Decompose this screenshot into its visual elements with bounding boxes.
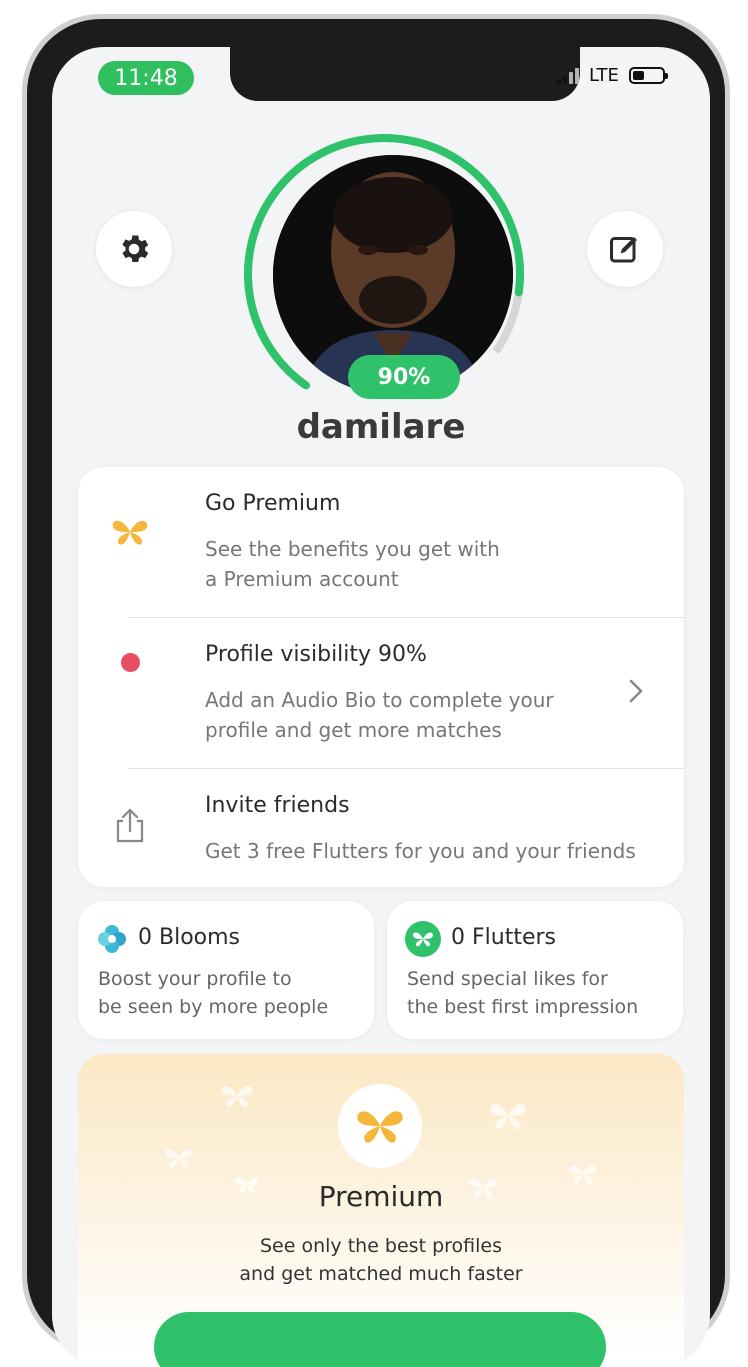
chevron-right-icon [629,679,643,703]
status-icons: LTE [557,65,668,86]
premium-desc-2: and get matched much faster [239,1263,523,1285]
blooms-desc-2: be seen by more people [98,996,329,1018]
invite-friends-row[interactable]: Invite friends Get 3 free Flutters for y… [78,769,684,887]
bloom-icon [98,925,126,953]
profile-name: damilare [296,407,466,447]
butterfly-icon [357,1111,403,1143]
flutters-card[interactable]: 0 Flutters Send special likes for the be… [387,901,683,1039]
go-premium-desc-1: See the benefits you get with [205,537,500,561]
red-dot-icon [121,653,140,672]
invite-friends-desc: Get 3 free Flutters for you and your fri… [205,839,636,863]
get-premium-button[interactable] [154,1312,606,1367]
go-premium-desc-2: a Premium account [205,567,399,591]
share-icon [116,808,144,843]
battery-icon [628,67,668,84]
status-time: 11:48 [98,61,194,95]
go-premium-row[interactable]: Go Premium See the benefits you get with… [78,467,684,617]
premium-logo [338,1084,422,1168]
flutters-desc-2: the best first impression [407,996,639,1018]
flutters-title: 0 Flutters [451,925,556,950]
settings-button[interactable] [96,211,172,287]
network-label: LTE [589,65,619,86]
blooms-card[interactable]: 0 Blooms Boost your profile to be seen b… [78,901,374,1039]
premium-title: Premium [318,1180,444,1213]
profile-menu-card: Go Premium See the benefits you get with… [78,467,684,887]
butterfly-icon [112,520,148,545]
butterfly-pattern-icon [165,1149,193,1168]
flutters-desc-1: Send special likes for [407,968,608,990]
phone-frame: 11:48 LTE 90% damilare Go Premium See th… [22,14,730,1367]
go-premium-title: Go Premium [205,491,341,516]
premium-desc: See only the best profiles and get match… [78,1232,684,1288]
edit-icon [610,237,637,263]
profile-visibility-desc-1: Add an Audio Bio to complete your [205,688,554,712]
profile-visibility-title: Profile visibility 90% [205,642,427,667]
blooms-title: 0 Blooms [138,925,241,950]
blooms-desc-1: Boost your profile to [98,968,292,990]
butterfly-pattern-icon [489,1104,527,1130]
invite-friends-title: Invite friends [205,793,350,818]
app-screen: 11:48 LTE 90% damilare Go Premium See th… [52,47,710,1367]
notch [230,47,580,101]
gear-icon [122,235,149,263]
edit-profile-button[interactable] [587,211,663,287]
profile-visibility-row[interactable]: Profile visibility 90% Add an Audio Bio … [78,618,684,768]
profile-completion-badge: 90% [348,355,460,399]
premium-desc-1: See only the best profiles [260,1235,502,1257]
profile-visibility-desc-2: profile and get more matches [205,718,502,742]
flutter-icon [405,921,441,957]
signal-icon [557,67,579,84]
phone-bezel: 11:48 LTE 90% damilare Go Premium See th… [27,19,725,1367]
premium-promo-card: Premium See only the best profiles and g… [78,1054,684,1367]
butterfly-pattern-icon [221,1086,253,1108]
